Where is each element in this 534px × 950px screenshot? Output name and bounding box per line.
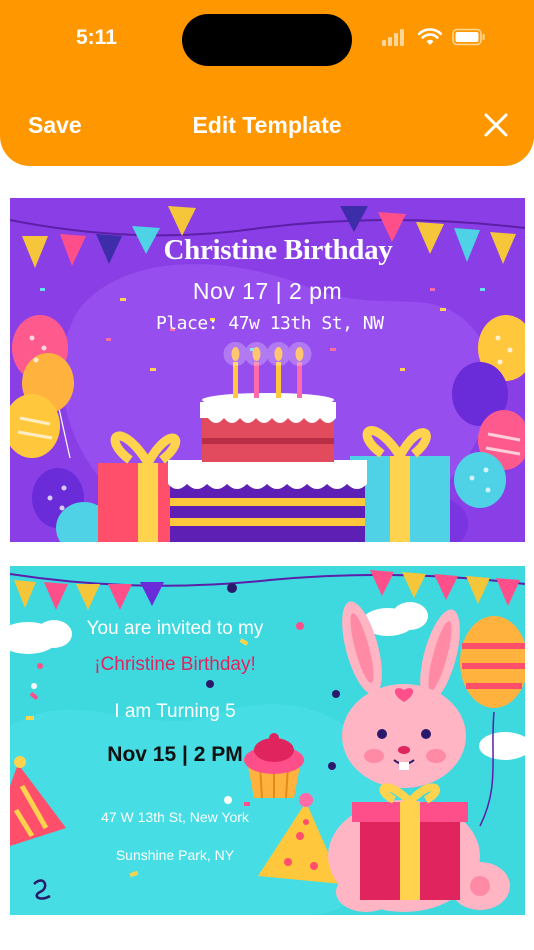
page-title: Edit Template (192, 112, 342, 138)
wifi-icon (418, 28, 442, 45)
template2-name: ¡Christine Birthday! (94, 654, 256, 675)
top-navigation-bar: 5:11 Save Edit Template (0, 0, 534, 166)
status-time: 5:11 (76, 26, 117, 49)
dynamic-island (182, 14, 352, 66)
template2-park: Sunshine Park, NY (115, 847, 235, 863)
template2-turning: I am Turning 5 (114, 701, 236, 722)
template1-title: Christine Birthday (163, 234, 393, 266)
template1-place: Place: 47w 13th St, NW (156, 313, 384, 334)
battery-icon (452, 28, 485, 46)
signal-icon (382, 28, 408, 46)
template2-address: 47 W 13th St, New York (101, 809, 249, 825)
template2-invited-text: You are invited to my (86, 618, 264, 639)
close-icon[interactable] (482, 111, 510, 139)
template-card-birthday-cake[interactable]: Christine Birthday Nov 17 | 2 pm Place: … (10, 198, 525, 542)
template1-date: Nov 17 | 2 pm (192, 278, 343, 304)
template-card-bunny[interactable]: You are invited to my ¡Christine Birthda… (10, 566, 525, 915)
status-icons (382, 28, 486, 46)
template2-date: Nov 15 | 2 PM (107, 743, 243, 766)
